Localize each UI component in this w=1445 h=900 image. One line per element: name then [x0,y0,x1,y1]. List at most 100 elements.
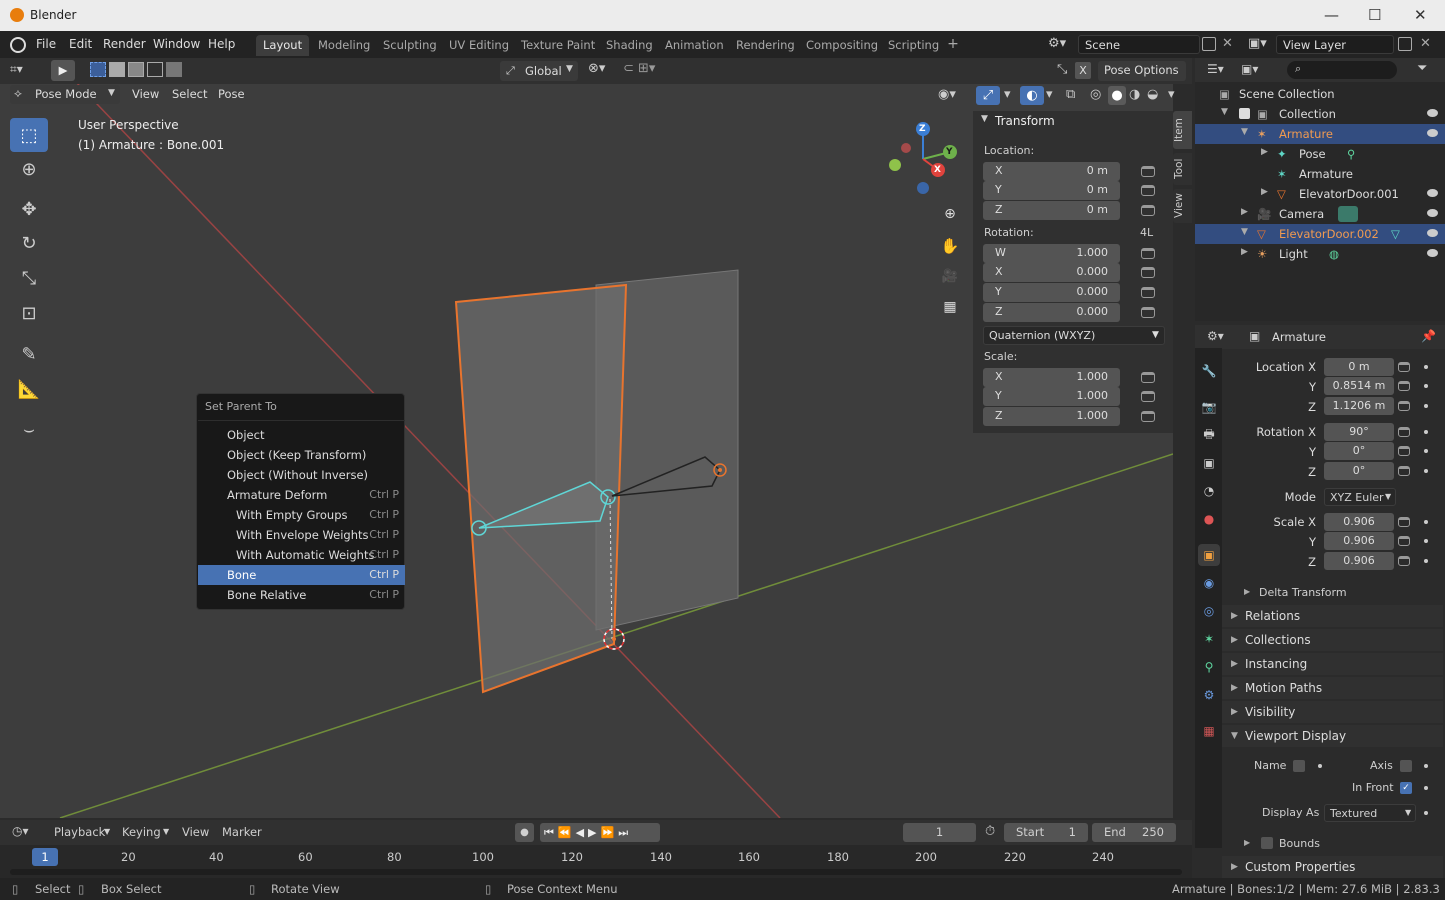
scene-field[interactable]: Scene [1078,35,1200,54]
outliner-row-camera[interactable]: ▶ 🎥 Camera [1195,204,1445,224]
select-intersect-icon[interactable] [166,62,182,77]
scale-x-field[interactable]: X 1.000 [983,368,1120,387]
timeline-scrollbar[interactable] [10,869,1182,875]
editor-type-icon[interactable]: ⌗▾ [10,62,40,80]
scene-selector-icon[interactable]: ⚙▾ [1048,36,1076,54]
eye-icon[interactable] [1427,229,1438,237]
delete-scene-icon[interactable]: ✕ [1222,36,1233,51]
tab-compositing[interactable]: Compositing [799,35,885,56]
lock-icon[interactable] [1398,536,1410,546]
close-icon[interactable]: ✕ [1414,6,1427,24]
maximize-icon[interactable]: ☐ [1368,6,1381,24]
chevron-down-icon[interactable]: ▾ [1046,87,1053,102]
relations-section[interactable]: ▶ Relations [1222,605,1443,627]
camera-view-icon[interactable]: 🎥 [937,264,963,290]
pivot-point-icon[interactable]: ⊗▾ [588,61,616,81]
add-workspace-button[interactable]: + [944,37,962,54]
solid-shading-icon[interactable]: ● [1108,86,1126,105]
in-front-checkbox[interactable]: ✓ [1400,782,1412,794]
eye-icon[interactable] [1427,189,1438,197]
rotation-mode-dropdown[interactable]: XYZ Euler ▼ [1324,488,1396,506]
blender-menu-icon[interactable] [10,37,26,53]
view-layer-icon[interactable]: ▣▾ [1248,36,1267,51]
checkbox-icon[interactable] [1239,108,1250,119]
eye-icon[interactable] [1427,209,1438,217]
outliner-row-pose[interactable]: ▶ ✦ Pose ⚲ [1195,144,1445,164]
rendered-shading-icon[interactable]: ◒ [1147,87,1158,102]
menu-item-with-automatic-weights[interactable]: With Automatic Weights Ctrl P [198,545,405,565]
lock-icon[interactable] [1398,517,1410,527]
bone-tab-icon[interactable]: ⚲ [1198,656,1220,678]
menu-item-bone-relative[interactable]: Bone Relative Ctrl P [198,585,405,605]
name-checkbox[interactable] [1293,760,1305,772]
scale-y-field[interactable]: Y 1.000 [983,387,1120,406]
lock-icon[interactable] [1141,185,1155,196]
rotate-tool-icon[interactable]: ↻ [10,226,48,260]
keyframe-dot[interactable] [1424,764,1428,768]
visibility-section[interactable]: ▶ Visibility [1222,701,1443,723]
playback-menu[interactable]: Playback ▼ [46,823,116,842]
menu-item-with-empty-groups[interactable]: With Empty Groups Ctrl P [198,505,405,525]
move-tool-icon[interactable]: ✥ [10,192,48,226]
tab-sculpting[interactable]: Sculpting [376,35,444,56]
annotate-tool-icon[interactable]: ✎ [10,337,48,371]
timeline-area[interactable]: 1 20 40 60 80 100 120 140 160 180 200 22… [0,845,1192,878]
editor-type-icon[interactable]: ◷▾ [12,824,29,838]
prop-location-x[interactable]: 0 m [1324,358,1394,376]
menu-edit[interactable]: Edit [69,37,92,51]
chevron-down-icon[interactable]: ▾ [1168,87,1175,102]
output-tab-icon[interactable]: 🖶 [1198,424,1220,446]
render-tab-icon[interactable]: 📷 [1198,396,1220,418]
end-frame-field[interactable]: End 250 [1092,823,1176,842]
keyframe-dot[interactable] [1424,469,1428,473]
frame-indicator[interactable]: 1 [32,848,58,866]
lock-icon[interactable] [1398,401,1410,411]
menu-item-bone[interactable]: Bone Ctrl P [198,565,405,585]
snap-icon[interactable]: ⊂ ⊞▾ [623,61,671,81]
pan-hand-icon[interactable]: ✋ [937,233,963,259]
rotation-w-field[interactable]: W 1.000 [983,244,1120,263]
marker-menu[interactable]: Marker [222,825,262,839]
lock-icon[interactable] [1141,307,1155,318]
tab-modeling[interactable]: Modeling [311,35,377,56]
lock-icon[interactable] [1398,556,1410,566]
view-layer-tab-icon[interactable]: ▣ [1198,452,1220,474]
prop-rotation-z[interactable]: 0° [1324,462,1394,480]
rotation-z-field[interactable]: Z 0.000 [983,303,1120,322]
ortho-grid-icon[interactable]: ▦ [937,294,963,320]
prop-location-y[interactable]: 0.8514 m [1324,377,1394,395]
keyframe-dot[interactable] [1424,539,1428,543]
select-subtract-icon[interactable] [128,62,144,77]
tab-uv-editing[interactable]: UV Editing [442,35,516,56]
keyframe-dot[interactable] [1424,430,1428,434]
menu-item-object-keep-transform[interactable]: Object (Keep Transform) [198,445,405,465]
rotation-x-field[interactable]: X 0.000 [983,263,1120,282]
gizmo-toggle-icon[interactable]: ⤢ [976,86,1000,105]
measure-tool-icon[interactable]: 📐 [10,372,48,406]
custom-properties-section[interactable]: ▶ Custom Properties [1222,856,1443,878]
keyframe-dot[interactable] [1424,449,1428,453]
outliner-row-elevatordoor-001[interactable]: ▶ ▽ ElevatorDoor.001 [1195,184,1445,204]
bone-constraint-tab-icon[interactable]: ⚙ [1198,684,1220,706]
keyframe-dot[interactable] [1424,520,1428,524]
prop-rotation-y[interactable]: 0° [1324,442,1394,460]
menu-view[interactable]: View [132,87,159,101]
editor-type-icon[interactable]: ⚙▾ [1207,329,1224,343]
zoom-icon[interactable]: ⊕ [937,201,963,227]
eye-icon[interactable] [1427,109,1438,117]
menu-file[interactable]: File [36,37,56,51]
minimize-icon[interactable]: — [1324,6,1339,24]
rotation-4l-toggle[interactable]: 4L [1140,226,1153,239]
start-frame-field[interactable]: Start 1 [1004,823,1088,842]
select-tool-mode-icon[interactable]: ▶ [51,60,75,81]
preview-range-icon[interactable]: ⏱ [985,824,995,839]
lock-icon[interactable] [1141,411,1155,422]
keyframe-dot[interactable] [1424,384,1428,388]
menu-item-object[interactable]: Object [198,425,405,445]
expand-icon[interactable]: ▶ [1244,587,1250,596]
outliner-row-armature[interactable]: ▼ ✶ Armature [1195,124,1445,144]
outliner-row-elevatordoor-002[interactable]: ▼ ▽ ElevatorDoor.002 ▽ [1195,224,1445,244]
lock-icon[interactable] [1141,166,1155,177]
tab-texture-paint[interactable]: Texture Paint [514,35,602,56]
lock-icon[interactable] [1398,427,1410,437]
